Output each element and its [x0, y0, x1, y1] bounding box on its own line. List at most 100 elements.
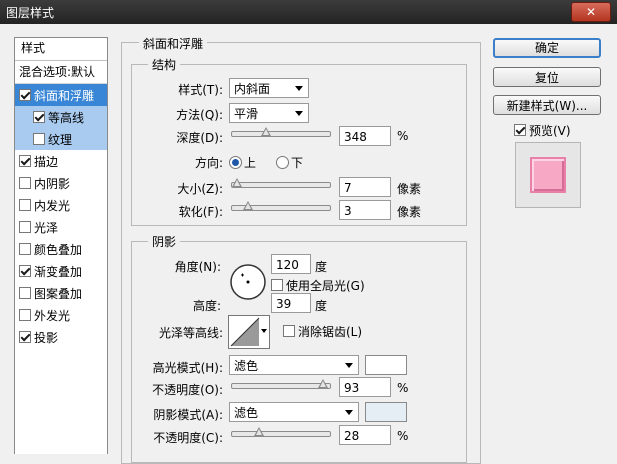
angle-unit: 度: [315, 260, 328, 274]
shadow-mode-value: 滤色: [234, 406, 259, 420]
sidebar-item-checkbox[interactable]: [19, 221, 31, 233]
shadow-opacity-unit: %: [397, 429, 409, 443]
soften-input[interactable]: 3: [339, 200, 391, 220]
highlight-opacity-thumb[interactable]: [318, 379, 329, 388]
soften-value: 3: [344, 204, 352, 218]
depth-value: 348: [344, 130, 367, 144]
depth-input[interactable]: 348: [339, 126, 391, 146]
preview-swatch: [530, 157, 566, 193]
sidebar-item[interactable]: 斜面和浮雕: [15, 84, 107, 106]
highlight-opacity-value: 93: [344, 381, 360, 395]
antialias-label: 消除锯齿(L): [298, 325, 363, 339]
highlight-opacity-unit: %: [397, 381, 409, 395]
title-bar: 图层样式 ✕: [0, 0, 617, 24]
sidebar-item-checkbox[interactable]: [19, 309, 31, 321]
soften-label: 软化(F):: [178, 205, 223, 219]
sidebar-item-checkbox[interactable]: [19, 265, 31, 277]
shadow-color-swatch[interactable]: [365, 402, 407, 422]
angle-input[interactable]: 120: [271, 254, 311, 274]
shadow-mode-label: 阴影模式(A):: [153, 408, 223, 422]
gloss-contour-picker[interactable]: [228, 315, 270, 349]
sidebar-item-checkbox[interactable]: [19, 177, 31, 189]
depth-label: 深度(D):: [176, 131, 223, 145]
highlight-opacity-slider[interactable]: [231, 379, 331, 389]
window-title: 图层样式: [6, 6, 55, 20]
reset-button[interactable]: 复位: [493, 67, 601, 87]
sidebar-item[interactable]: 图案叠加: [15, 282, 107, 304]
depth-slider-thumb[interactable]: [261, 127, 272, 136]
style-select[interactable]: 内斜面: [229, 78, 309, 98]
angle-value: 120: [276, 258, 299, 272]
depth-slider[interactable]: [231, 127, 331, 137]
ok-button[interactable]: 确定: [493, 38, 601, 58]
sidebar-item[interactable]: 描边: [15, 150, 107, 172]
close-button[interactable]: ✕: [571, 2, 611, 22]
sidebar-item[interactable]: 内阴影: [15, 172, 107, 194]
sidebar-item[interactable]: 渐变叠加: [15, 260, 107, 282]
preview-label: 预览(V): [529, 124, 571, 138]
altitude-input[interactable]: 39: [271, 293, 311, 313]
sidebar-item-checkbox[interactable]: [33, 133, 45, 145]
chevron-down-icon: [345, 410, 353, 415]
new-style-button[interactable]: 新建样式(W)...: [493, 95, 601, 115]
shadow-opacity-thumb[interactable]: [254, 427, 265, 436]
technique-select[interactable]: 平滑: [229, 103, 309, 123]
sidebar-item-checkbox[interactable]: [19, 331, 31, 343]
angle-label: 角度(N):: [174, 260, 221, 274]
structure-title: 结构: [148, 56, 181, 73]
size-slider-thumb[interactable]: [231, 178, 242, 187]
antialias-checkbox[interactable]: [283, 325, 295, 337]
soften-slider-thumb[interactable]: [242, 201, 253, 210]
sidebar-item-label: 内发光: [34, 199, 71, 213]
sidebar-item[interactable]: 颜色叠加: [15, 238, 107, 260]
direction-up-radio[interactable]: [229, 156, 242, 169]
highlight-mode-select[interactable]: 滤色: [229, 355, 359, 375]
sidebar-item-checkbox[interactable]: [19, 199, 31, 211]
shadow-opacity-input[interactable]: 28: [339, 425, 391, 445]
shadow-opacity-label: 不透明度(C):: [153, 431, 223, 445]
sidebar-item[interactable]: 等高线: [15, 106, 107, 128]
chevron-down-icon: [345, 363, 353, 368]
blending-options-item[interactable]: 混合选项:默认: [15, 61, 107, 84]
shading-title: 阴影: [148, 233, 181, 250]
altitude-unit: 度: [315, 299, 328, 313]
sidebar-item[interactable]: 纹理: [15, 128, 107, 150]
sidebar-item-checkbox[interactable]: [19, 155, 31, 167]
shadow-opacity-slider[interactable]: [231, 427, 331, 437]
sidebar-item-label: 纹理: [48, 133, 73, 147]
highlight-opacity-input[interactable]: 93: [339, 377, 391, 397]
preview-checkbox[interactable]: [514, 124, 526, 136]
sidebar-item-checkbox[interactable]: [33, 111, 45, 123]
sidebar-item-label: 投影: [34, 331, 59, 345]
sidebar-item[interactable]: 内发光: [15, 194, 107, 216]
sidebar-item-label: 颜色叠加: [34, 243, 83, 257]
global-light-checkbox[interactable]: [271, 279, 283, 291]
sidebar-item-label: 斜面和浮雕: [34, 89, 95, 103]
angle-dial[interactable]: [228, 262, 268, 302]
sidebar-item[interactable]: 光泽: [15, 216, 107, 238]
sidebar-item-checkbox[interactable]: [19, 89, 31, 101]
direction-down-radio[interactable]: [276, 156, 289, 169]
styles-header[interactable]: 样式: [15, 38, 107, 61]
highlight-mode-value: 滤色: [234, 359, 259, 373]
size-value: 7: [344, 181, 352, 195]
chevron-down-icon: [295, 111, 303, 116]
contour-chevron-down-icon[interactable]: [261, 329, 267, 333]
size-slider[interactable]: [231, 178, 331, 188]
chevron-down-icon: [295, 86, 303, 91]
contour-linear-icon: [230, 317, 260, 347]
sidebar-item-label: 图案叠加: [34, 287, 83, 301]
shadow-opacity-value: 28: [344, 429, 360, 443]
size-input[interactable]: 7: [339, 177, 391, 197]
sidebar-item-checkbox[interactable]: [19, 287, 31, 299]
soften-unit: 像素: [397, 205, 422, 219]
sidebar-item[interactable]: 投影: [15, 326, 107, 348]
sidebar-item[interactable]: 外发光: [15, 304, 107, 326]
soften-slider[interactable]: [231, 201, 331, 211]
sidebar-item-label: 光泽: [34, 221, 59, 235]
highlight-color-swatch[interactable]: [365, 355, 407, 375]
shadow-mode-select[interactable]: 滤色: [229, 402, 359, 422]
global-light-label: 使用全局光(G): [286, 279, 365, 293]
sidebar-item-checkbox[interactable]: [19, 243, 31, 255]
altitude-value: 39: [276, 297, 292, 311]
